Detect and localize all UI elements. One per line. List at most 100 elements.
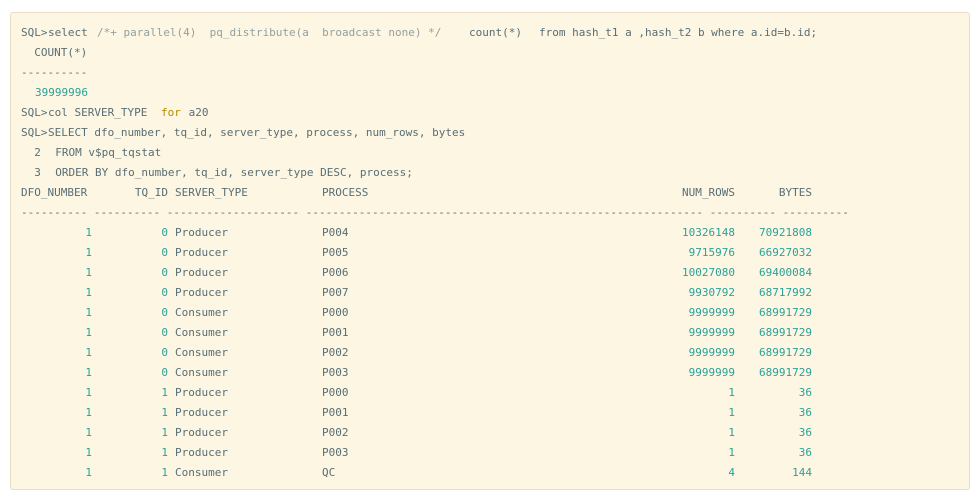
table-row: 1 1 Producer P003 1 36	[11, 443, 969, 463]
sql-prompt: SQL>	[21, 26, 48, 39]
table-row: 1 0 Producer P006 10027080 69400084	[11, 263, 969, 283]
cell-tq-id: 0	[161, 266, 168, 279]
cell-tq-id: 1	[161, 446, 168, 459]
cell-process: P004	[322, 226, 349, 239]
sql-prompt: SQL>	[21, 106, 48, 119]
count-value: 39999996	[35, 86, 88, 99]
cell-tq-id: 0	[161, 286, 168, 299]
cell-server-type: Producer	[175, 286, 228, 299]
cell-num-rows: 1	[728, 426, 735, 439]
cell-server-type: Producer	[175, 446, 228, 459]
cell-num-rows: 9930792	[688, 286, 735, 299]
result-value-line: 39999996	[11, 83, 969, 103]
cell-process: P002	[322, 346, 349, 359]
cell-bytes: 68991729	[759, 326, 812, 339]
col-header-server-type: SERVER_TYPE	[175, 186, 248, 199]
sql-hint-comment: /*+ parallel(4) pq_distribute(a broadcas…	[97, 26, 442, 39]
cell-tq-id: 1	[161, 426, 168, 439]
cell-num-rows: 10326148	[682, 226, 735, 239]
table-row: 1 1 Consumer QC 4 144	[11, 463, 969, 483]
table-row: 1 1 Producer P001 1 36	[11, 403, 969, 423]
cell-num-rows: 1	[728, 446, 735, 459]
result-header-line: COUNT(*)	[11, 43, 969, 63]
cell-bytes: 70921808	[759, 226, 812, 239]
cell-bytes: 144	[792, 466, 812, 479]
cell-bytes: 36	[798, 446, 812, 459]
cell-dfo-number: 1	[85, 406, 92, 419]
cell-num-rows: 9999999	[688, 346, 735, 359]
table-row: 1 1 Producer P002 1 36	[11, 423, 969, 443]
line-number: 2	[21, 146, 41, 159]
cell-tq-id: 0	[161, 246, 168, 259]
cell-num-rows: 9715976	[688, 246, 735, 259]
table-row: 1 0 Consumer P002 9999999 68991729	[11, 343, 969, 363]
result-divider-line: ----------	[11, 63, 969, 83]
cell-server-type: Producer	[175, 226, 228, 239]
cell-bytes: 68717992	[759, 286, 812, 299]
cell-num-rows: 4	[728, 466, 735, 479]
table-divider-line: ---------- ---------- ------------------…	[11, 203, 969, 223]
cell-dfo-number: 1	[85, 386, 92, 399]
query2-select: SELECT dfo_number, tq_id, server_type, p…	[48, 126, 466, 139]
query2-from: FROM v$pq_tqstat	[42, 146, 162, 159]
cell-process: P003	[322, 366, 349, 379]
cell-tq-id: 0	[161, 226, 168, 239]
cell-process: P000	[322, 306, 349, 319]
cell-server-type: Producer	[175, 406, 228, 419]
query2-line1: SQL> SELECT dfo_number, tq_id, server_ty…	[11, 123, 969, 143]
cell-process: P006	[322, 266, 349, 279]
cell-bytes: 68991729	[759, 306, 812, 319]
line-number: 3	[21, 166, 41, 179]
sql-query-line: SQL> select /*+ parallel(4) pq_distribut…	[11, 23, 969, 43]
col-format: a20	[182, 106, 209, 119]
cell-tq-id: 1	[161, 386, 168, 399]
table-row: 1 0 Consumer P000 9999999 68991729	[11, 303, 969, 323]
cell-tq-id: 0	[161, 306, 168, 319]
cell-dfo-number: 1	[85, 346, 92, 359]
cell-server-type: Consumer	[175, 366, 228, 379]
cell-server-type: Producer	[175, 386, 228, 399]
cell-server-type: Consumer	[175, 306, 228, 319]
cell-dfo-number: 1	[85, 366, 92, 379]
table-row: 1 0 Consumer P003 9999999 68991729	[11, 363, 969, 383]
query2-order-by: ORDER BY dfo_number, tq_id, server_type …	[42, 166, 413, 179]
cell-process: P005	[322, 246, 349, 259]
cell-dfo-number: 1	[85, 466, 92, 479]
cell-num-rows: 1	[728, 386, 735, 399]
table-row: 1 0 Producer P007 9930792 68717992	[11, 283, 969, 303]
cell-server-type: Consumer	[175, 326, 228, 339]
cell-tq-id: 0	[161, 366, 168, 379]
cell-server-type: Producer	[175, 266, 228, 279]
query-from-clause: from hash_t1 a ,hash_t2 b where a.id=b.i…	[539, 26, 818, 39]
cell-server-type: Consumer	[175, 346, 228, 359]
code-block: SQL> select /*+ parallel(4) pq_distribut…	[10, 12, 970, 490]
cell-process: P001	[322, 326, 349, 339]
cell-num-rows: 10027080	[682, 266, 735, 279]
keyword-select: select	[48, 26, 88, 39]
col-command-line: SQL> col SERVER_TYPE for a20	[11, 103, 969, 123]
cell-dfo-number: 1	[85, 326, 92, 339]
cell-process: P007	[322, 286, 349, 299]
cell-process: QC	[322, 466, 336, 479]
col-header-dfo-number: DFO_NUMBER	[21, 186, 88, 199]
cell-num-rows: 9999999	[688, 306, 735, 319]
query2-line3: 3 ORDER BY dfo_number, tq_id, server_typ…	[11, 163, 969, 183]
cell-num-rows: 1	[728, 406, 735, 419]
cell-num-rows: 9999999	[688, 326, 735, 339]
cell-tq-id: 0	[161, 346, 168, 359]
query2-line2: 2 FROM v$pq_tqstat	[11, 143, 969, 163]
table-row: 1 1 Producer P000 1 36	[11, 383, 969, 403]
result-divider: ----------	[21, 66, 88, 79]
cell-bytes: 36	[798, 426, 812, 439]
cell-dfo-number: 1	[85, 286, 92, 299]
cell-server-type: Producer	[175, 426, 228, 439]
cell-tq-id: 1	[161, 406, 168, 419]
cell-dfo-number: 1	[85, 446, 92, 459]
cell-dfo-number: 1	[85, 246, 92, 259]
cell-process: P002	[322, 426, 349, 439]
cell-dfo-number: 1	[85, 306, 92, 319]
cell-server-type: Producer	[175, 246, 228, 259]
sql-prompt: SQL>	[21, 126, 48, 139]
table-header-row: DFO_NUMBER TQ_ID SERVER_TYPE PROCESS NUM…	[11, 183, 969, 203]
cell-dfo-number: 1	[85, 426, 92, 439]
